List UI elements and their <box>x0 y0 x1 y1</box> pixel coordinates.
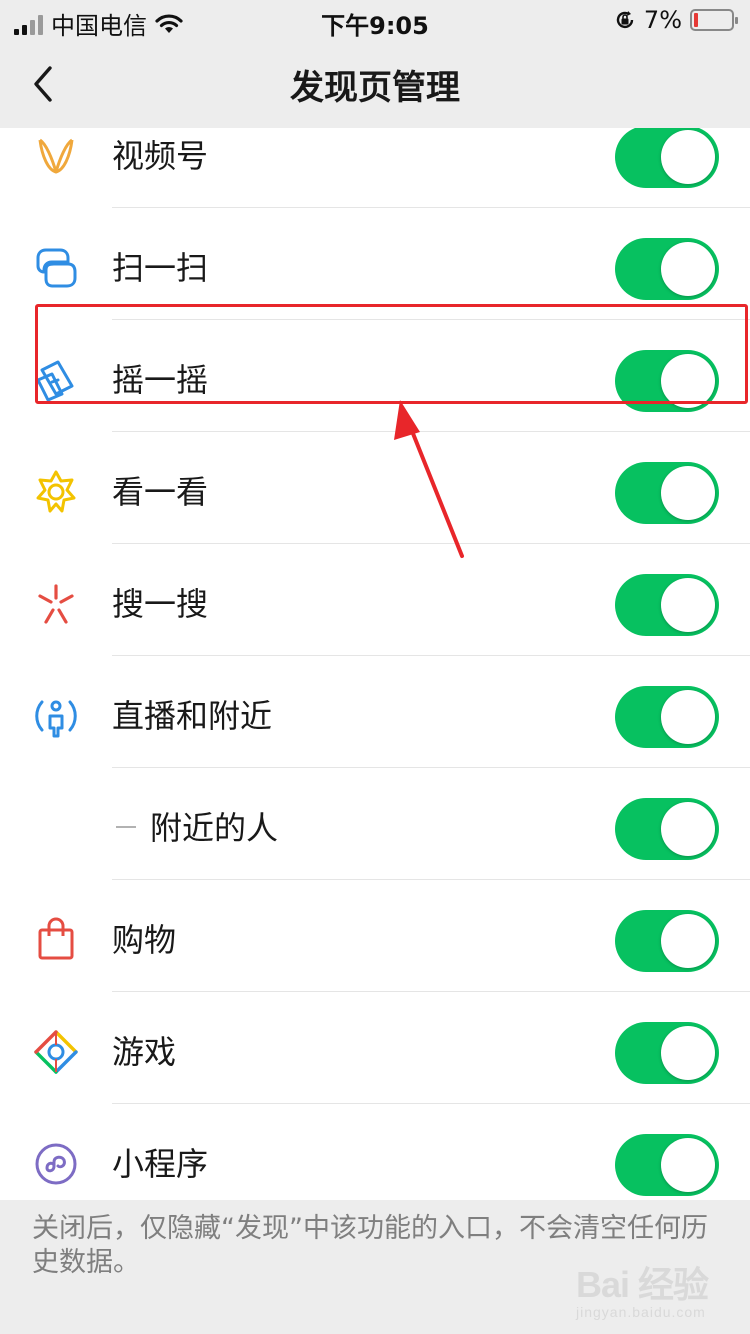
toggle-switch[interactable] <box>615 1022 719 1084</box>
scan-icon <box>32 244 80 292</box>
toggle-switch[interactable] <box>615 238 719 300</box>
orientation-lock-icon <box>616 11 634 29</box>
status-bar: 中国电信 下午9:05 7% <box>0 0 750 40</box>
list-item-shopping: 购物 <box>0 880 750 992</box>
shopping-bag-icon <box>32 916 80 964</box>
top-stories-icon <box>32 468 80 516</box>
list-item-top-stories: 看一看 <box>0 432 750 544</box>
toggle-switch[interactable] <box>615 128 719 188</box>
list-item-label: 扫一扫 <box>112 249 209 287</box>
toggle-switch[interactable] <box>615 910 719 972</box>
list-item-label: 小程序 <box>112 1145 209 1183</box>
search-icon <box>32 580 80 628</box>
list-item-label: 购物 <box>112 921 177 959</box>
discover-settings-list: 视频号 扫一扫 摇一摇 看一看 搜一搜 直播和附近 附近的人 购物 游戏 小程序 <box>0 128 750 1200</box>
list-item-mini-programs: 小程序 <box>0 1104 750 1200</box>
toggle-switch[interactable] <box>615 462 719 524</box>
watermark-main: Bai 经验 <box>576 1264 709 1305</box>
watermark-sub: jingyan.baidu.com <box>576 1304 706 1320</box>
list-item-label: 直播和附近 <box>112 697 273 735</box>
live-nearby-icon <box>32 692 80 740</box>
battery-percent: 7% <box>643 6 682 34</box>
toggle-switch[interactable] <box>615 574 719 636</box>
toggle-switch[interactable] <box>615 798 719 860</box>
list-item-search: 搜一搜 <box>0 544 750 656</box>
arrow-annotation <box>394 400 464 558</box>
list-item-label: 看一看 <box>112 473 209 511</box>
sub-item-dash <box>116 826 136 828</box>
channels-icon <box>32 132 80 180</box>
highlight-box <box>35 304 748 404</box>
mini-programs-icon <box>32 1140 80 1188</box>
toggle-switch[interactable] <box>615 1134 719 1196</box>
watermark-logo: Bai 经验 jingyan.baidu.com <box>576 1256 726 1320</box>
list-item-games: 游戏 <box>0 992 750 1104</box>
page-title: 发现页管理 <box>290 68 460 108</box>
list-item-label: 附近的人 <box>150 809 279 847</box>
list-item-label: 游戏 <box>112 1033 177 1071</box>
list-item-live-nearby: 直播和附近 <box>0 656 750 768</box>
list-item-label: 视频号 <box>112 137 209 175</box>
nav-bar: 发现页管理 <box>0 40 750 128</box>
battery-icon <box>690 9 738 31</box>
list-item-label: 搜一搜 <box>112 585 209 623</box>
list-item-channels: 视频号 <box>0 128 750 208</box>
games-icon <box>32 1028 80 1076</box>
list-item-people-nearby: 附近的人 <box>0 768 750 880</box>
toggle-switch[interactable] <box>615 686 719 748</box>
